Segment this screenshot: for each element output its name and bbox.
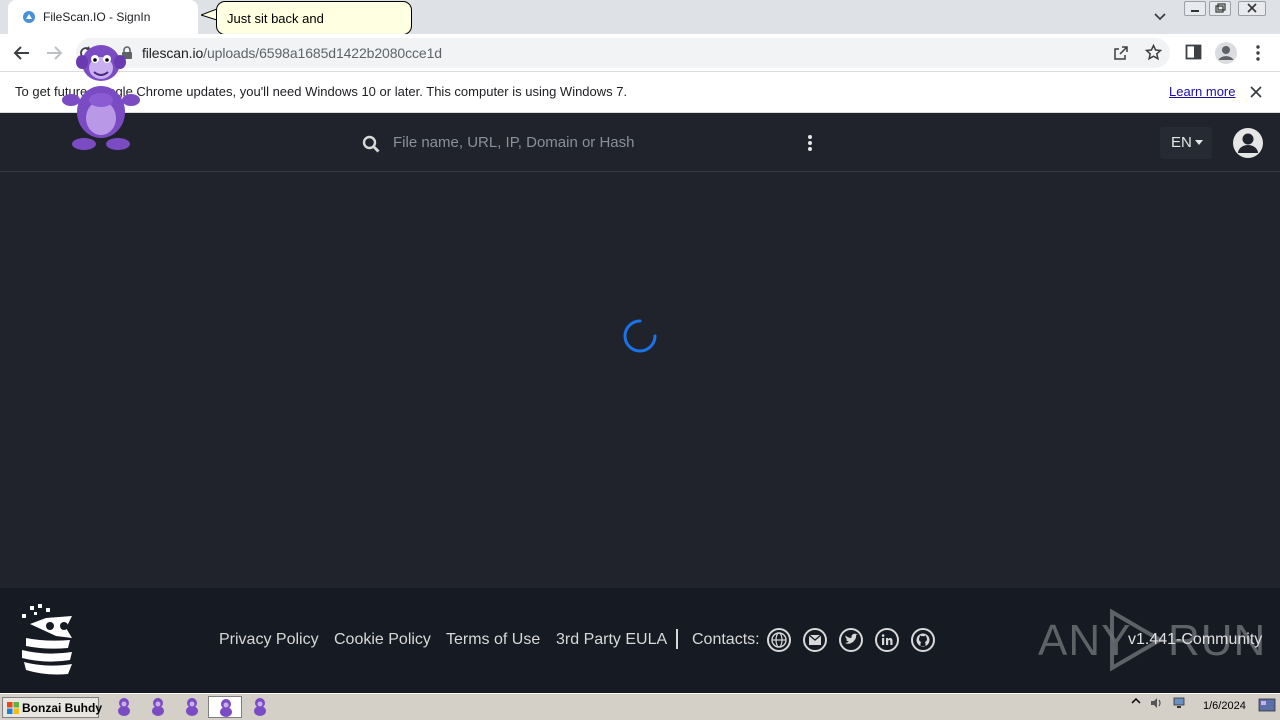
minimize-button[interactable] (1184, 1, 1206, 16)
address-bar[interactable]: filescan.io/uploads/6598a1685d1422b2080c… (76, 38, 1170, 68)
version-label: v1.441-Community (1128, 631, 1263, 648)
search-icon[interactable] (362, 135, 380, 153)
site-navbar: File name, URL, IP, Domain or Hash EN (0, 113, 1280, 172)
bonzi-taskbar-icon[interactable] (184, 697, 200, 716)
profile-avatar-icon[interactable] (1214, 41, 1238, 65)
terms-of-use-link[interactable]: Terms of Use (446, 631, 540, 649)
start-label: Bonzai Buhdy (22, 701, 102, 715)
windows-logo-icon (7, 702, 19, 714)
browser-toolbar: filescan.io/uploads/6598a1685d1422b2080c… (0, 34, 1280, 72)
loading-spinner-icon (623, 319, 657, 353)
bonzi-taskbar-icon[interactable] (252, 697, 268, 716)
learn-more-link[interactable]: Learn more (1169, 84, 1235, 99)
user-account-icon[interactable] (1232, 127, 1264, 159)
restore-button[interactable] (1209, 1, 1231, 16)
search-input[interactable]: File name, URL, IP, Domain or Hash (393, 134, 635, 151)
browser-tab[interactable]: FileScan.IO - SignIn (8, 0, 198, 34)
show-desktop-icon[interactable] (1257, 696, 1277, 716)
footer-divider (676, 629, 678, 649)
active-taskbar-button[interactable] (208, 696, 242, 718)
language-label: EN (1171, 134, 1192, 151)
close-window-button[interactable] (1238, 1, 1266, 16)
language-selector[interactable]: EN (1160, 127, 1212, 159)
side-panel-icon[interactable] (1185, 44, 1202, 60)
filescan-favicon-icon (23, 11, 35, 23)
tab-search-chevron-icon[interactable] (1153, 9, 1167, 23)
windows-taskbar: Bonzai Buhdy 1/6/2024 (0, 693, 1280, 720)
update-infobar: To get future Google Chrome updates, you… (0, 72, 1280, 113)
globe-icon[interactable] (767, 628, 791, 652)
tooltip-tail (201, 9, 217, 21)
twitter-icon[interactable] (839, 628, 863, 652)
start-button[interactable]: Bonzai Buhdy (2, 697, 102, 718)
bonzi-speech-bubble: Just sit back and (216, 1, 412, 35)
back-arrow-icon[interactable] (12, 43, 32, 63)
bonzi-taskbar-icon (220, 699, 232, 717)
filescan-owl-logo[interactable] (16, 602, 76, 678)
bonzi-taskbar-icon[interactable] (150, 697, 166, 716)
bonzi-taskbar-icon[interactable] (116, 697, 132, 716)
contacts-label: Contacts: (692, 631, 760, 648)
taskbar-clock-date: 1/6/2024 (1203, 700, 1246, 712)
url-text[interactable]: filescan.io/uploads/6598a1685d1422b2080c… (142, 45, 442, 61)
more-options-icon[interactable] (805, 134, 815, 152)
caret-down-icon (1195, 140, 1203, 145)
url-path: /uploads/6598a1685d1422b2080cce1d (203, 45, 442, 61)
bonzi-buddy-character[interactable] (58, 38, 144, 154)
mail-icon[interactable] (803, 628, 827, 652)
share-icon[interactable] (1113, 45, 1129, 61)
github-icon[interactable] (911, 628, 935, 652)
close-infobar-icon[interactable] (1249, 85, 1263, 99)
chrome-menu-icon[interactable] (1252, 44, 1264, 62)
tab-title: FileScan.IO - SignIn (43, 10, 151, 24)
third-party-eula-link[interactable]: 3rd Party EULA (556, 631, 667, 649)
volume-icon[interactable] (1149, 696, 1163, 710)
network-icon[interactable] (1173, 696, 1189, 710)
url-host: filescan.io (142, 45, 204, 61)
privacy-policy-link[interactable]: Privacy Policy (219, 631, 319, 649)
tray-expand-icon[interactable] (1131, 697, 1141, 705)
bookmark-star-icon[interactable] (1145, 44, 1162, 61)
filescan-page: File name, URL, IP, Domain or Hash EN (0, 113, 1280, 588)
linkedin-icon[interactable] (875, 628, 899, 652)
tab-strip: FileScan.IO - SignIn Just sit back and (0, 0, 1280, 35)
site-footer: Privacy Policy Cookie Policy Terms of Us… (0, 588, 1280, 693)
cookie-policy-link[interactable]: Cookie Policy (334, 631, 431, 649)
